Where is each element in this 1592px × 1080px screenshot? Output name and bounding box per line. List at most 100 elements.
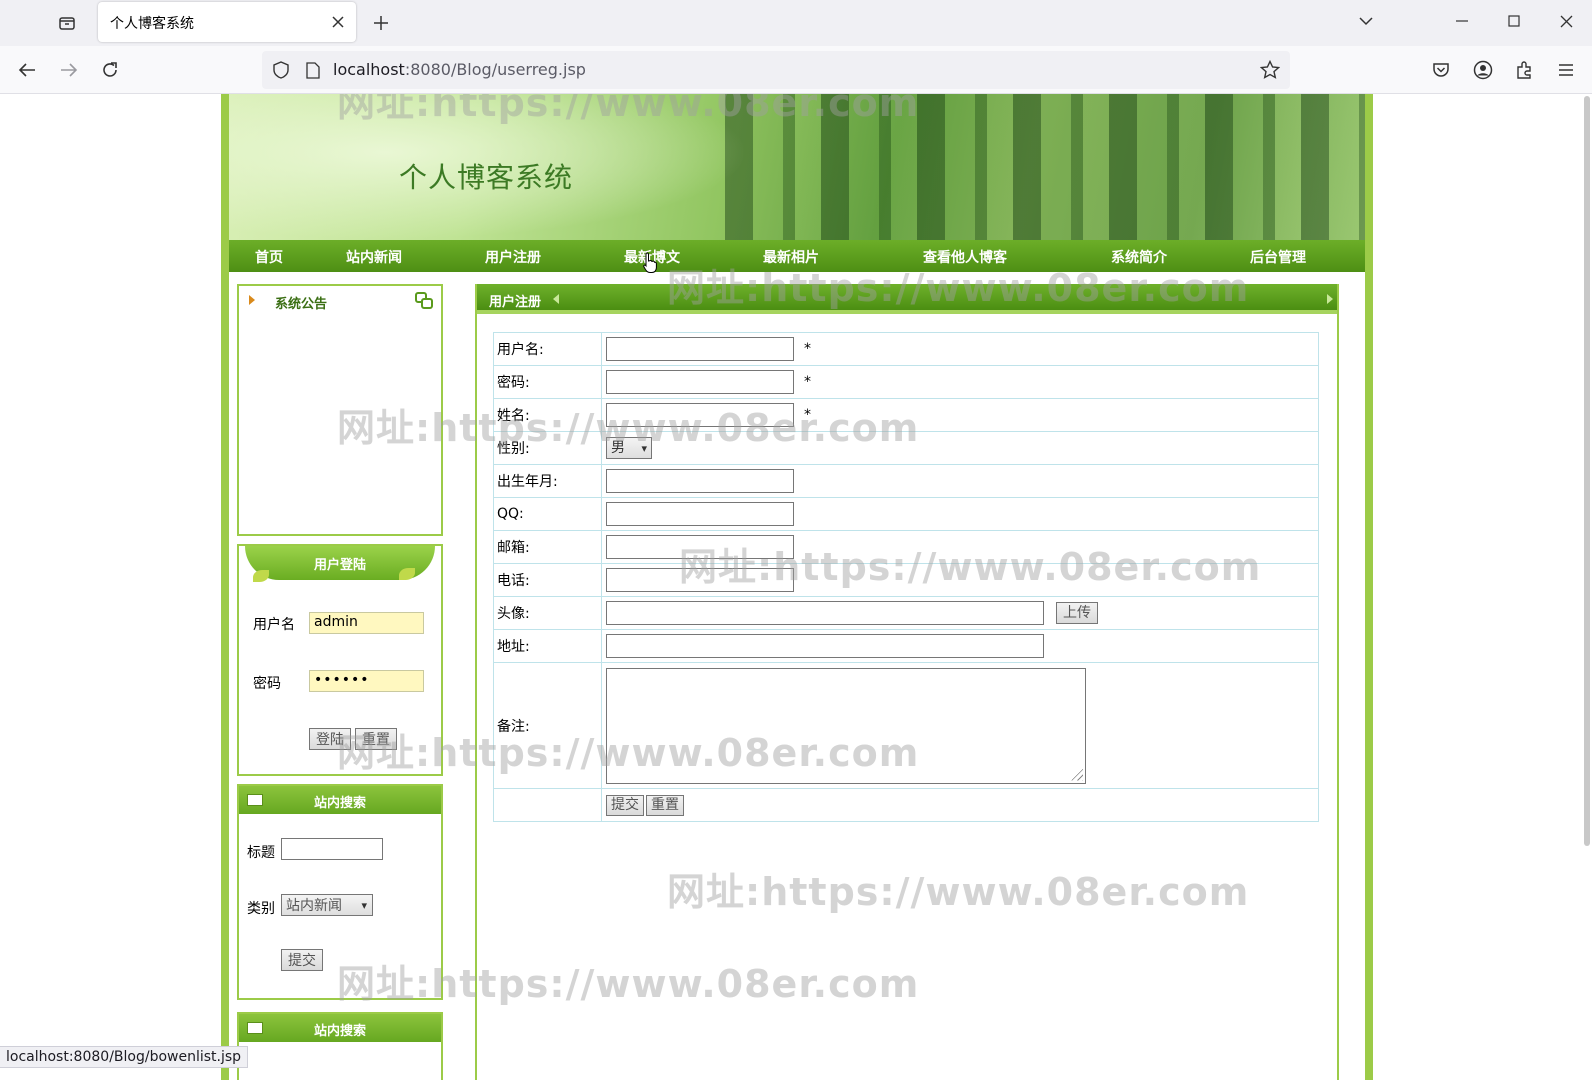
close-window-icon[interactable] — [1546, 6, 1586, 36]
menu-other-blogs[interactable]: 查看他人博客 — [923, 247, 1007, 267]
tab-list-icon[interactable] — [52, 8, 82, 38]
search-category-value: 站内新闻 — [286, 898, 342, 914]
required-mark: * — [804, 407, 811, 423]
qq-label: QQ: — [493, 497, 602, 531]
site-inner: 个人博客系统 首页 站内新闻 用户注册 最新博文 最新相片 查看他人博客 系统简… — [229, 94, 1365, 1080]
shield-icon[interactable] — [270, 59, 292, 81]
new-tab-icon[interactable] — [366, 8, 396, 38]
browser-window: 个人博客系统 localhost:8080/Blog/userreg.jsp 个… — [0, 0, 1592, 1080]
username-label: 用户名: — [493, 332, 602, 366]
reset-button[interactable]: 重置 — [646, 794, 684, 816]
form-row: 性别: 男 ▾ — [493, 431, 1319, 465]
username-cell: * — [601, 332, 1319, 366]
menu-home[interactable]: 首页 — [255, 247, 283, 267]
reload-icon[interactable] — [95, 55, 125, 85]
notice-header: 系统公告 — [239, 286, 441, 316]
form-row: QQ: — [493, 497, 1319, 531]
email-label: 邮箱: — [493, 530, 602, 564]
form-row: 用户名: * — [493, 332, 1319, 366]
register-section: 用户注册 用户名: * 密码: * 姓名: * 性别: 男 ▾ 出生年月: QQ… — [475, 284, 1339, 1080]
upload-button[interactable]: 上传 — [1056, 602, 1098, 624]
search-category-label: 类别 — [247, 901, 275, 917]
menu-about[interactable]: 系统简介 — [1111, 247, 1167, 267]
pocket-icon[interactable] — [1426, 55, 1456, 85]
search-body: 标题 类别 站内新闻 ▾ 提交 — [243, 816, 437, 994]
username-input[interactable] — [606, 337, 794, 361]
url-text[interactable]: localhost:8080/Blog/userreg.jsp — [333, 60, 586, 79]
email-cell — [601, 530, 1319, 564]
birth-label: 出生年月: — [493, 464, 602, 498]
maximize-icon[interactable] — [1494, 6, 1534, 36]
submit-button[interactable]: 提交 — [606, 794, 644, 816]
tab-bar: 个人博客系统 — [0, 0, 1592, 46]
banner-title: 个人博客系统 — [399, 161, 574, 194]
login-password-input[interactable]: •••••• — [309, 670, 424, 692]
menu-admin[interactable]: 后台管理 — [1250, 247, 1306, 267]
search-header-2: 站内搜索 — [239, 1014, 441, 1042]
realname-input[interactable] — [606, 403, 794, 427]
address-input[interactable] — [606, 634, 1044, 658]
menu-latest-photos[interactable]: 最新相片 — [763, 247, 819, 267]
search-title-input[interactable] — [281, 838, 383, 860]
remark-textarea[interactable] — [606, 667, 1086, 784]
login-username-input[interactable]: admin — [309, 612, 424, 634]
phone-input[interactable] — [606, 568, 794, 592]
address-bar[interactable]: localhost:8080/Blog/userreg.jsp — [262, 51, 1290, 89]
search-category-select[interactable]: 站内新闻 ▾ — [281, 894, 373, 916]
search-submit-button[interactable]: 提交 — [281, 949, 323, 971]
birth-input[interactable] — [606, 469, 794, 493]
back-arrow-icon[interactable] — [12, 55, 42, 85]
required-mark: * — [804, 374, 811, 390]
password-input[interactable] — [606, 370, 794, 394]
butterfly-icon — [399, 568, 415, 580]
password-label: 密码: — [493, 365, 602, 399]
login-password-label: 密码 — [253, 676, 281, 692]
minimize-icon[interactable] — [1442, 6, 1482, 36]
form-row: 电话: — [493, 563, 1319, 597]
gender-select[interactable]: 男 ▾ — [606, 437, 652, 459]
password-cell: * — [601, 365, 1319, 399]
page-icon[interactable] — [302, 59, 324, 81]
extensions-icon[interactable] — [1509, 55, 1539, 85]
qq-input[interactable] — [606, 502, 794, 526]
form-row: 出生年月: — [493, 464, 1319, 498]
url-path: :8080/Blog/userreg.jsp — [404, 60, 586, 79]
qq-cell — [601, 497, 1319, 531]
site-banner: 个人博客系统 — [229, 94, 1365, 240]
gender-value: 男 — [611, 440, 625, 456]
page-viewport: 个人博客系统 首页 站内新闻 用户注册 最新博文 最新相片 查看他人博客 系统简… — [0, 94, 1592, 1080]
search-header: 站内搜索 — [239, 786, 441, 814]
form-row: 备注: — [493, 662, 1319, 789]
chevron-down-icon: ▾ — [361, 899, 367, 912]
resize-grip-icon[interactable] — [1069, 766, 1083, 781]
menu-news[interactable]: 站内新闻 — [346, 247, 402, 267]
empty-cell — [493, 788, 602, 822]
site-container: 个人博客系统 首页 站内新闻 用户注册 最新博文 最新相片 查看他人博客 系统简… — [221, 94, 1373, 1080]
login-button[interactable]: 登陆 — [309, 728, 351, 750]
menu-hamburger-icon[interactable] — [1551, 55, 1581, 85]
email-input[interactable] — [606, 535, 794, 559]
remark-label: 备注: — [493, 662, 602, 789]
browser-tab[interactable]: 个人博客系统 — [98, 2, 356, 42]
login-reset-button[interactable]: 重置 — [355, 728, 397, 750]
avatar-cell: 上传 — [601, 596, 1319, 630]
page-scrollbar[interactable] — [1584, 96, 1590, 846]
arrow-right-icon — [1327, 294, 1333, 304]
windows-icon — [415, 292, 433, 310]
leaf-icon — [253, 570, 269, 582]
status-bar: localhost:8080/Blog/bowenlist.jsp — [0, 1046, 249, 1068]
birth-cell — [601, 464, 1319, 498]
form-row: 密码: * — [493, 365, 1319, 399]
close-tab-icon[interactable] — [328, 12, 348, 32]
hand-cursor-icon — [643, 252, 657, 273]
forward-arrow-icon[interactable] — [54, 55, 84, 85]
account-icon[interactable] — [1468, 55, 1498, 85]
address-cell — [601, 629, 1319, 663]
avatar-input[interactable] — [606, 601, 1044, 625]
form-row: 地址: — [493, 629, 1319, 663]
menu-register[interactable]: 用户注册 — [485, 247, 541, 267]
chevron-down-icon[interactable] — [1346, 6, 1386, 36]
bookmark-star-icon[interactable] — [1258, 58, 1282, 82]
address-label: 地址: — [493, 629, 602, 663]
search-title: 站内搜索 — [313, 796, 366, 811]
